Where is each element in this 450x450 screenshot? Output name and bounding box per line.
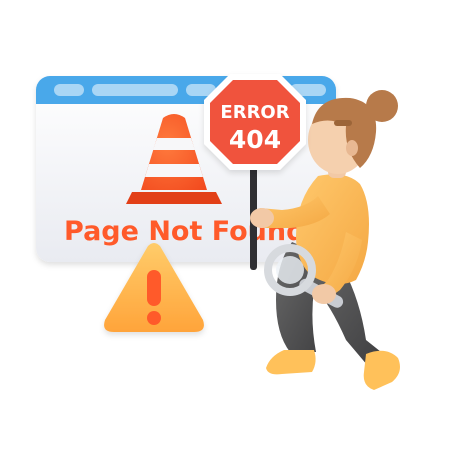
error-404-illustration: Page Not Found ERROR 404	[36, 74, 400, 390]
hair-bun	[366, 90, 398, 122]
ear	[346, 140, 358, 156]
sign-text-error: ERROR	[220, 102, 289, 123]
left-hand	[250, 208, 274, 228]
illustration-stage: Page Not Found ERROR 404	[0, 0, 450, 450]
sign-text-404: 404	[229, 125, 281, 154]
left-shoe	[266, 350, 316, 375]
browser-control-dots	[54, 84, 84, 96]
right-shoe	[363, 350, 400, 390]
browser-tab	[92, 84, 178, 96]
right-hand	[312, 284, 336, 304]
error-stop-sign: ERROR 404	[204, 74, 306, 170]
hair-band	[334, 120, 352, 126]
